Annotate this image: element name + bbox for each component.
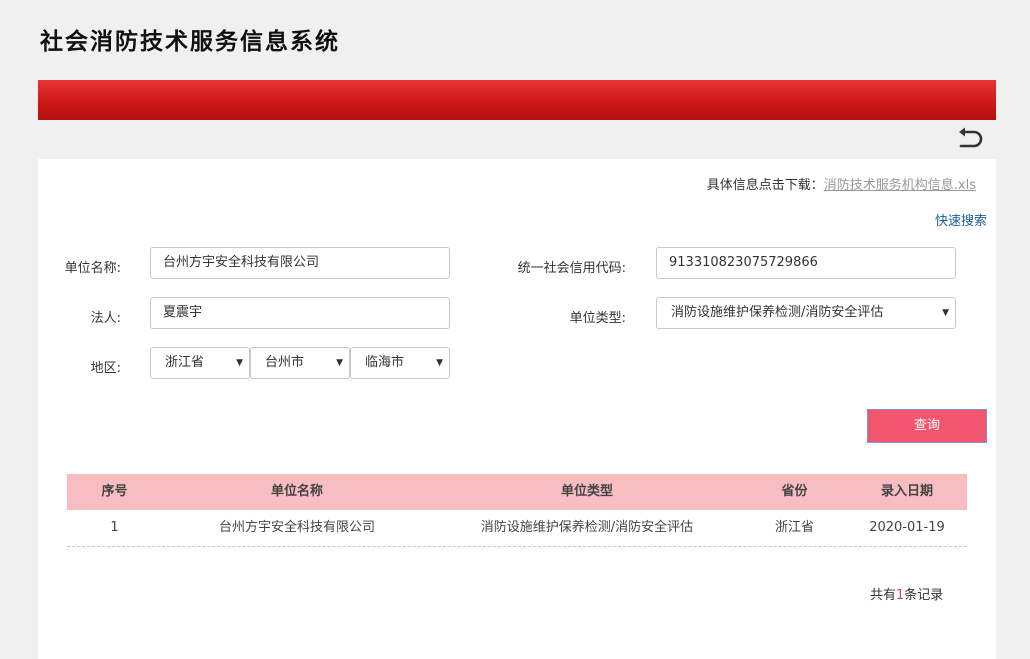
download-line: 具体信息点击下载：消防技术服务机构信息.xls (707, 174, 976, 193)
header-unit-name: 单位名称 (270, 484, 323, 499)
row-province: 浙江省 (774, 520, 814, 535)
triangle-down-icon: ▼ (942, 308, 949, 318)
credit-code-label: 统一社会信用代码: (517, 261, 626, 276)
row-index: 1 (110, 520, 119, 535)
unit-type-select[interactable]: 消防设施维护保养检测/消防安全评估 ▼ (656, 297, 956, 329)
header-banner-bar (38, 80, 996, 120)
header-entry-date: 录入日期 (880, 484, 933, 499)
legal-person-label: 法人: (90, 311, 121, 326)
record-count-suffix: 条记录 (904, 588, 944, 603)
app-header: 社会消防技术服务信息系统 (0, 0, 1030, 80)
unit-type-value: 消防设施维护保养检测/消防安全评估 (671, 305, 884, 320)
unit-type-label: 单位类型: (569, 311, 626, 326)
row-unit-name: 台州方宇安全科技有限公司 (218, 520, 375, 535)
row-unit-type: 消防设施维护保养检测/消防安全评估 (480, 520, 694, 535)
credit-code-input[interactable]: 913310823075729866 (656, 247, 956, 279)
download-link[interactable]: 消防技术服务机构信息.xls (824, 178, 976, 193)
query-button[interactable]: 查询 (867, 409, 987, 443)
download-prefix: 具体信息点击下载： (706, 178, 824, 193)
header-unit-type: 单位类型 (560, 484, 613, 499)
back-button[interactable] (955, 126, 985, 154)
row-entry-date: 2020-01-19 (869, 520, 945, 535)
record-count-prefix: 共有 (870, 588, 897, 603)
header-index: 序号 (101, 484, 128, 499)
results-table: 序号 单位名称 单位类型 省份 录入日期 1 台州方宇安全科技有限公司 消防设施… (67, 474, 967, 547)
main-panel: 具体信息点击下载：消防技术服务机构信息.xls 快速搜索 单位名称: 台州方宇安… (38, 159, 996, 659)
region-label: 地区: (90, 361, 121, 376)
triangle-down-icon: ▼ (236, 358, 243, 368)
province-select[interactable]: 浙江省 ▼ (150, 347, 250, 379)
province-value: 浙江省 (165, 355, 205, 370)
app-title: 社会消防技术服务信息系统 (40, 28, 340, 55)
table-row[interactable]: 1 台州方宇安全科技有限公司 消防设施维护保养检测/消防安全评估 浙江省 202… (67, 510, 967, 547)
city-select[interactable]: 台州市 ▼ (250, 347, 350, 379)
undo-arrow-icon (959, 127, 983, 148)
triangle-down-icon: ▼ (336, 358, 343, 368)
district-select[interactable]: 临海市 ▼ (350, 347, 450, 379)
table-header: 序号 单位名称 单位类型 省份 录入日期 (67, 474, 967, 510)
city-value: 台州市 (265, 355, 305, 370)
unit-name-label: 单位名称: (64, 261, 121, 276)
record-count: 共有1条记录 (870, 584, 943, 603)
unit-name-input[interactable]: 台州方宇安全科技有限公司 (150, 247, 450, 279)
quick-search-link[interactable]: 快速搜索 (935, 210, 987, 229)
header-province: 省份 (781, 484, 808, 499)
legal-person-input[interactable]: 夏震宇 (150, 297, 450, 329)
district-value: 临海市 (365, 355, 405, 370)
triangle-down-icon: ▼ (436, 358, 443, 368)
